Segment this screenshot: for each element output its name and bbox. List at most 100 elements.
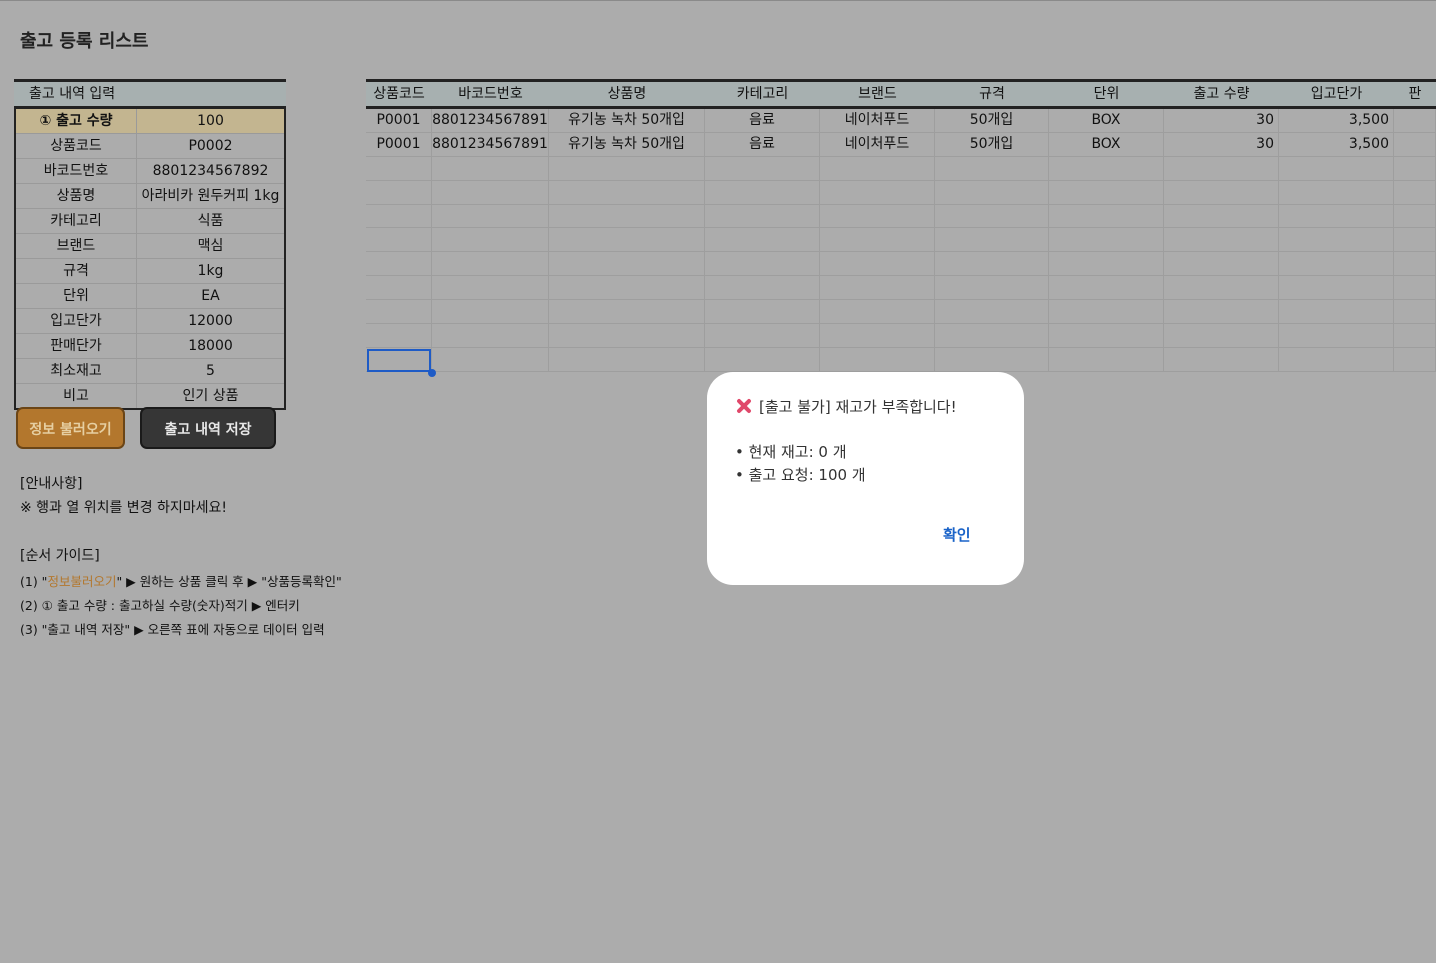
grid-cell[interactable]: BOX [1049,109,1164,132]
grid-cell[interactable] [1394,228,1436,252]
grid-cell[interactable] [1394,300,1436,324]
grid-cell[interactable] [1164,204,1279,228]
grid-cell[interactable] [1164,156,1279,180]
grid-cell[interactable] [935,347,1049,371]
grid-header-cell[interactable]: 상품명 [549,82,705,106]
grid-cell[interactable] [820,300,935,324]
grid-header-cell[interactable]: 브랜드 [820,82,935,106]
grid-cell[interactable]: 유기농 녹차 50개입 [549,132,705,156]
grid-cell[interactable] [935,228,1049,252]
form-value[interactable]: 100 [137,109,284,133]
grid-cell[interactable] [705,204,820,228]
grid-cell[interactable] [1394,109,1436,132]
load-info-button[interactable]: 정보 불러오기 [16,407,125,449]
grid-cell[interactable] [1164,347,1279,371]
grid-cell[interactable] [1279,347,1394,371]
grid-cell[interactable] [432,324,549,347]
grid-cell[interactable]: 30 [1164,109,1279,132]
grid-cell[interactable]: 50개입 [935,109,1049,132]
grid-cell[interactable] [1394,156,1436,180]
grid-cell[interactable] [1049,204,1164,228]
grid-cell[interactable] [1049,300,1164,324]
grid-cell[interactable] [1049,276,1164,300]
grid-cell[interactable] [1164,252,1279,276]
form-value[interactable]: 12000 [137,309,284,333]
grid-cell[interactable]: 네이처푸드 [820,132,935,156]
grid-cell[interactable]: BOX [1049,132,1164,156]
grid-cell[interactable] [366,300,432,324]
form-value[interactable]: 18000 [137,334,284,358]
grid-cell[interactable]: 네이처푸드 [820,109,935,132]
grid-cell[interactable] [1394,324,1436,347]
grid-cell[interactable] [820,204,935,228]
grid-cell[interactable] [935,180,1049,204]
grid-cell[interactable] [549,324,705,347]
grid-cell[interactable]: 음료 [705,109,820,132]
grid-cell[interactable] [549,180,705,204]
form-value[interactable]: 1kg [137,259,284,283]
grid-cell[interactable]: 50개입 [935,132,1049,156]
grid-cell[interactable]: P0001 [366,109,432,132]
grid-cell[interactable] [1279,156,1394,180]
grid-cell[interactable]: 8801234567891 [432,109,549,132]
grid-cell[interactable] [432,252,549,276]
grid-cell[interactable] [820,156,935,180]
grid-cell[interactable] [935,324,1049,347]
grid-header-cell[interactable]: 입고단가 [1279,82,1394,106]
grid-cell[interactable] [1279,252,1394,276]
grid-cell[interactable] [366,228,432,252]
grid-header-cell[interactable]: 판 [1394,82,1436,106]
dialog-ok-button[interactable]: 확인 [943,524,971,545]
grid-cell[interactable] [820,252,935,276]
grid-cell[interactable] [705,252,820,276]
grid-cell[interactable] [432,276,549,300]
grid-cell[interactable] [820,228,935,252]
grid-cell[interactable] [549,252,705,276]
grid-cell[interactable] [549,347,705,371]
grid-cell[interactable] [432,204,549,228]
grid-cell[interactable] [549,156,705,180]
form-value[interactable]: 맥심 [137,234,284,258]
grid-cell[interactable] [366,276,432,300]
grid-cell[interactable] [1049,324,1164,347]
grid-cell[interactable] [432,300,549,324]
grid-cell[interactable]: 3,500 [1279,109,1394,132]
grid-cell[interactable] [1049,156,1164,180]
grid-cell[interactable] [366,252,432,276]
grid-cell[interactable]: 30 [1164,132,1279,156]
grid-cell[interactable] [820,347,935,371]
grid-cell[interactable] [366,324,432,347]
grid-cell[interactable] [1394,180,1436,204]
grid-cell[interactable] [1049,180,1164,204]
grid-cell[interactable] [705,180,820,204]
grid-cell[interactable] [1164,276,1279,300]
form-value[interactable]: 식품 [137,209,284,233]
grid-cell[interactable] [1164,324,1279,347]
grid-cell[interactable] [1394,276,1436,300]
grid-header-cell[interactable]: 카테고리 [705,82,820,106]
form-value[interactable]: 8801234567892 [137,159,284,183]
grid-cell[interactable] [820,324,935,347]
grid-cell[interactable] [705,156,820,180]
grid-cell[interactable]: P0001 [366,132,432,156]
grid-cell[interactable] [1394,347,1436,371]
grid-cell[interactable] [1394,252,1436,276]
grid-cell[interactable] [1164,228,1279,252]
grid-cell[interactable] [366,180,432,204]
grid-cell[interactable] [1279,324,1394,347]
grid-cell[interactable] [705,324,820,347]
form-value[interactable]: EA [137,284,284,308]
grid-cell[interactable] [820,180,935,204]
grid-cell[interactable] [705,300,820,324]
grid-cell[interactable] [1394,204,1436,228]
grid-cell[interactable] [1279,276,1394,300]
grid-cell[interactable] [1164,180,1279,204]
selected-cell[interactable] [367,349,431,372]
form-value[interactable]: 아라비카 원두커피 1kg [137,184,284,208]
grid-cell[interactable] [1279,204,1394,228]
grid-cell[interactable] [1279,300,1394,324]
fill-handle[interactable] [428,369,436,377]
grid-header-cell[interactable]: 출고 수량 [1164,82,1279,106]
grid-cell[interactable]: 8801234567891 [432,132,549,156]
grid-cell[interactable] [935,300,1049,324]
